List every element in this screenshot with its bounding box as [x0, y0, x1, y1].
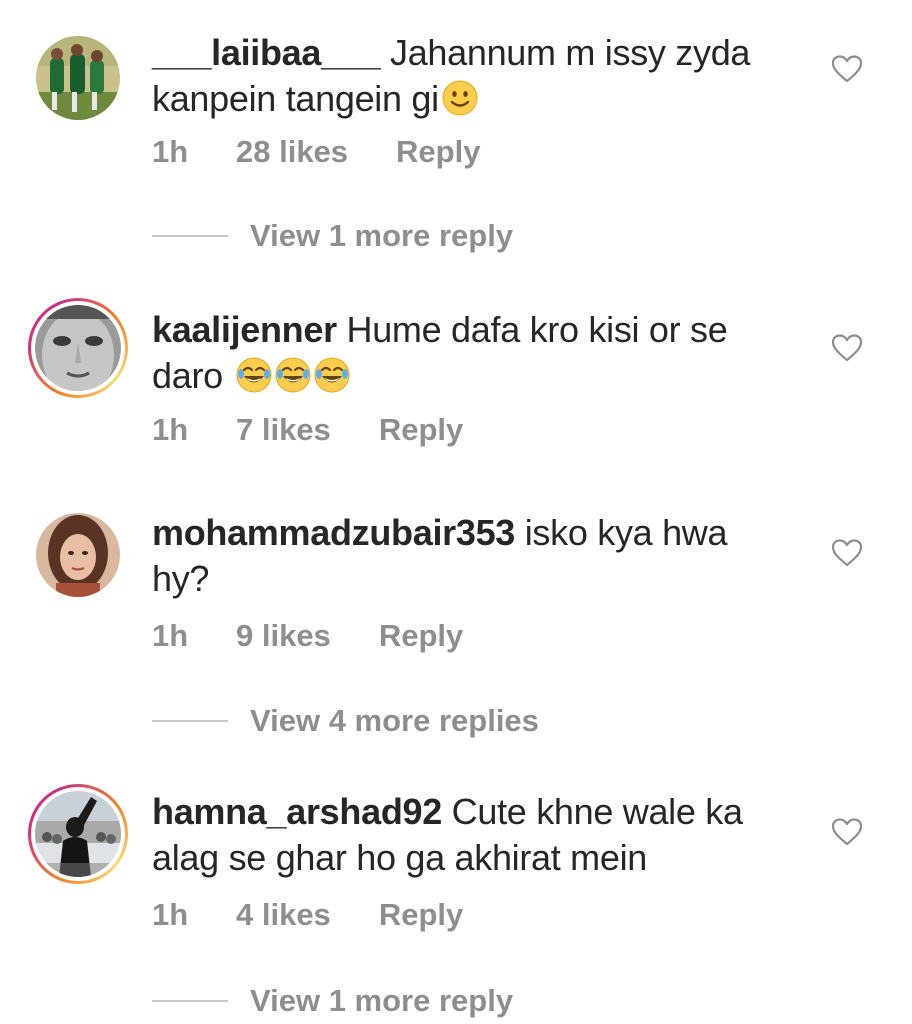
reply-button[interactable]: Reply — [379, 412, 463, 448]
face-with-tears-of-joy-icon — [314, 357, 350, 393]
woman-in-black-avatar-image — [35, 791, 121, 877]
reply-button[interactable]: Reply — [379, 618, 463, 654]
comment-timestamp: 1h — [152, 897, 189, 932]
comment-likes-count[interactable]: 4 likes — [236, 897, 331, 933]
comment-username[interactable]: ___laiibaa___ — [152, 32, 381, 73]
woman-portrait-avatar-image — [36, 513, 120, 597]
view-more-replies-label[interactable]: View 1 more reply — [250, 983, 513, 1019]
heart-icon[interactable] — [831, 818, 863, 846]
heart-icon[interactable] — [831, 334, 863, 362]
grayscale-face-avatar-image — [35, 305, 121, 391]
cricket-team-avatar-image — [36, 36, 120, 120]
comment-timestamp: 1h — [152, 412, 189, 447]
thread-divider — [152, 720, 228, 722]
comment-username[interactable]: hamna_arshad92 — [152, 791, 442, 832]
view-more-replies-button[interactable]: View 1 more reply — [152, 218, 513, 254]
slightly-smiling-face-icon — [442, 80, 478, 116]
comment-timestamp: 1h — [152, 134, 189, 169]
view-more-replies-button[interactable]: View 1 more reply — [152, 983, 513, 1019]
comment-text-continued: hy? — [152, 558, 210, 599]
view-more-replies-label[interactable]: View 4 more replies — [250, 703, 539, 739]
comment-text: Jahannum m issy zyda — [390, 32, 751, 73]
comment-timestamp: 1h — [152, 618, 189, 653]
avatar[interactable] — [28, 784, 128, 884]
comment-username[interactable]: kaalijenner — [152, 309, 337, 350]
view-more-replies-button[interactable]: View 4 more replies — [152, 703, 539, 739]
comment-text: isko kya hwa — [524, 512, 728, 553]
thread-divider — [152, 1000, 228, 1002]
face-with-tears-of-joy-icon — [275, 357, 311, 393]
avatar[interactable] — [28, 505, 128, 605]
comment-likes-count[interactable]: 9 likes — [236, 618, 331, 654]
comment-text-continued: alag se ghar ho ga akhirat mein — [152, 837, 648, 878]
face-with-tears-of-joy-icon — [236, 357, 272, 393]
reply-button[interactable]: Reply — [396, 134, 480, 170]
comment-likes-count[interactable]: 7 likes — [236, 412, 331, 448]
comment-likes-count[interactable]: 28 likes — [236, 134, 348, 170]
avatar[interactable] — [28, 298, 128, 398]
reply-button[interactable]: Reply — [379, 897, 463, 933]
comment-username[interactable]: mohammadzubair353 — [152, 512, 515, 553]
comment-text-continued: daro — [152, 355, 223, 396]
view-more-replies-label[interactable]: View 1 more reply — [250, 218, 513, 254]
comment-text-continued: kanpein tangein gi — [152, 78, 439, 119]
heart-icon[interactable] — [831, 539, 863, 567]
comment-text: Hume dafa kro kisi or se — [346, 309, 728, 350]
heart-icon[interactable] — [831, 55, 863, 83]
comment-text: Cute khne wale ka — [451, 791, 743, 832]
avatar[interactable] — [28, 28, 128, 128]
thread-divider — [152, 235, 228, 237]
